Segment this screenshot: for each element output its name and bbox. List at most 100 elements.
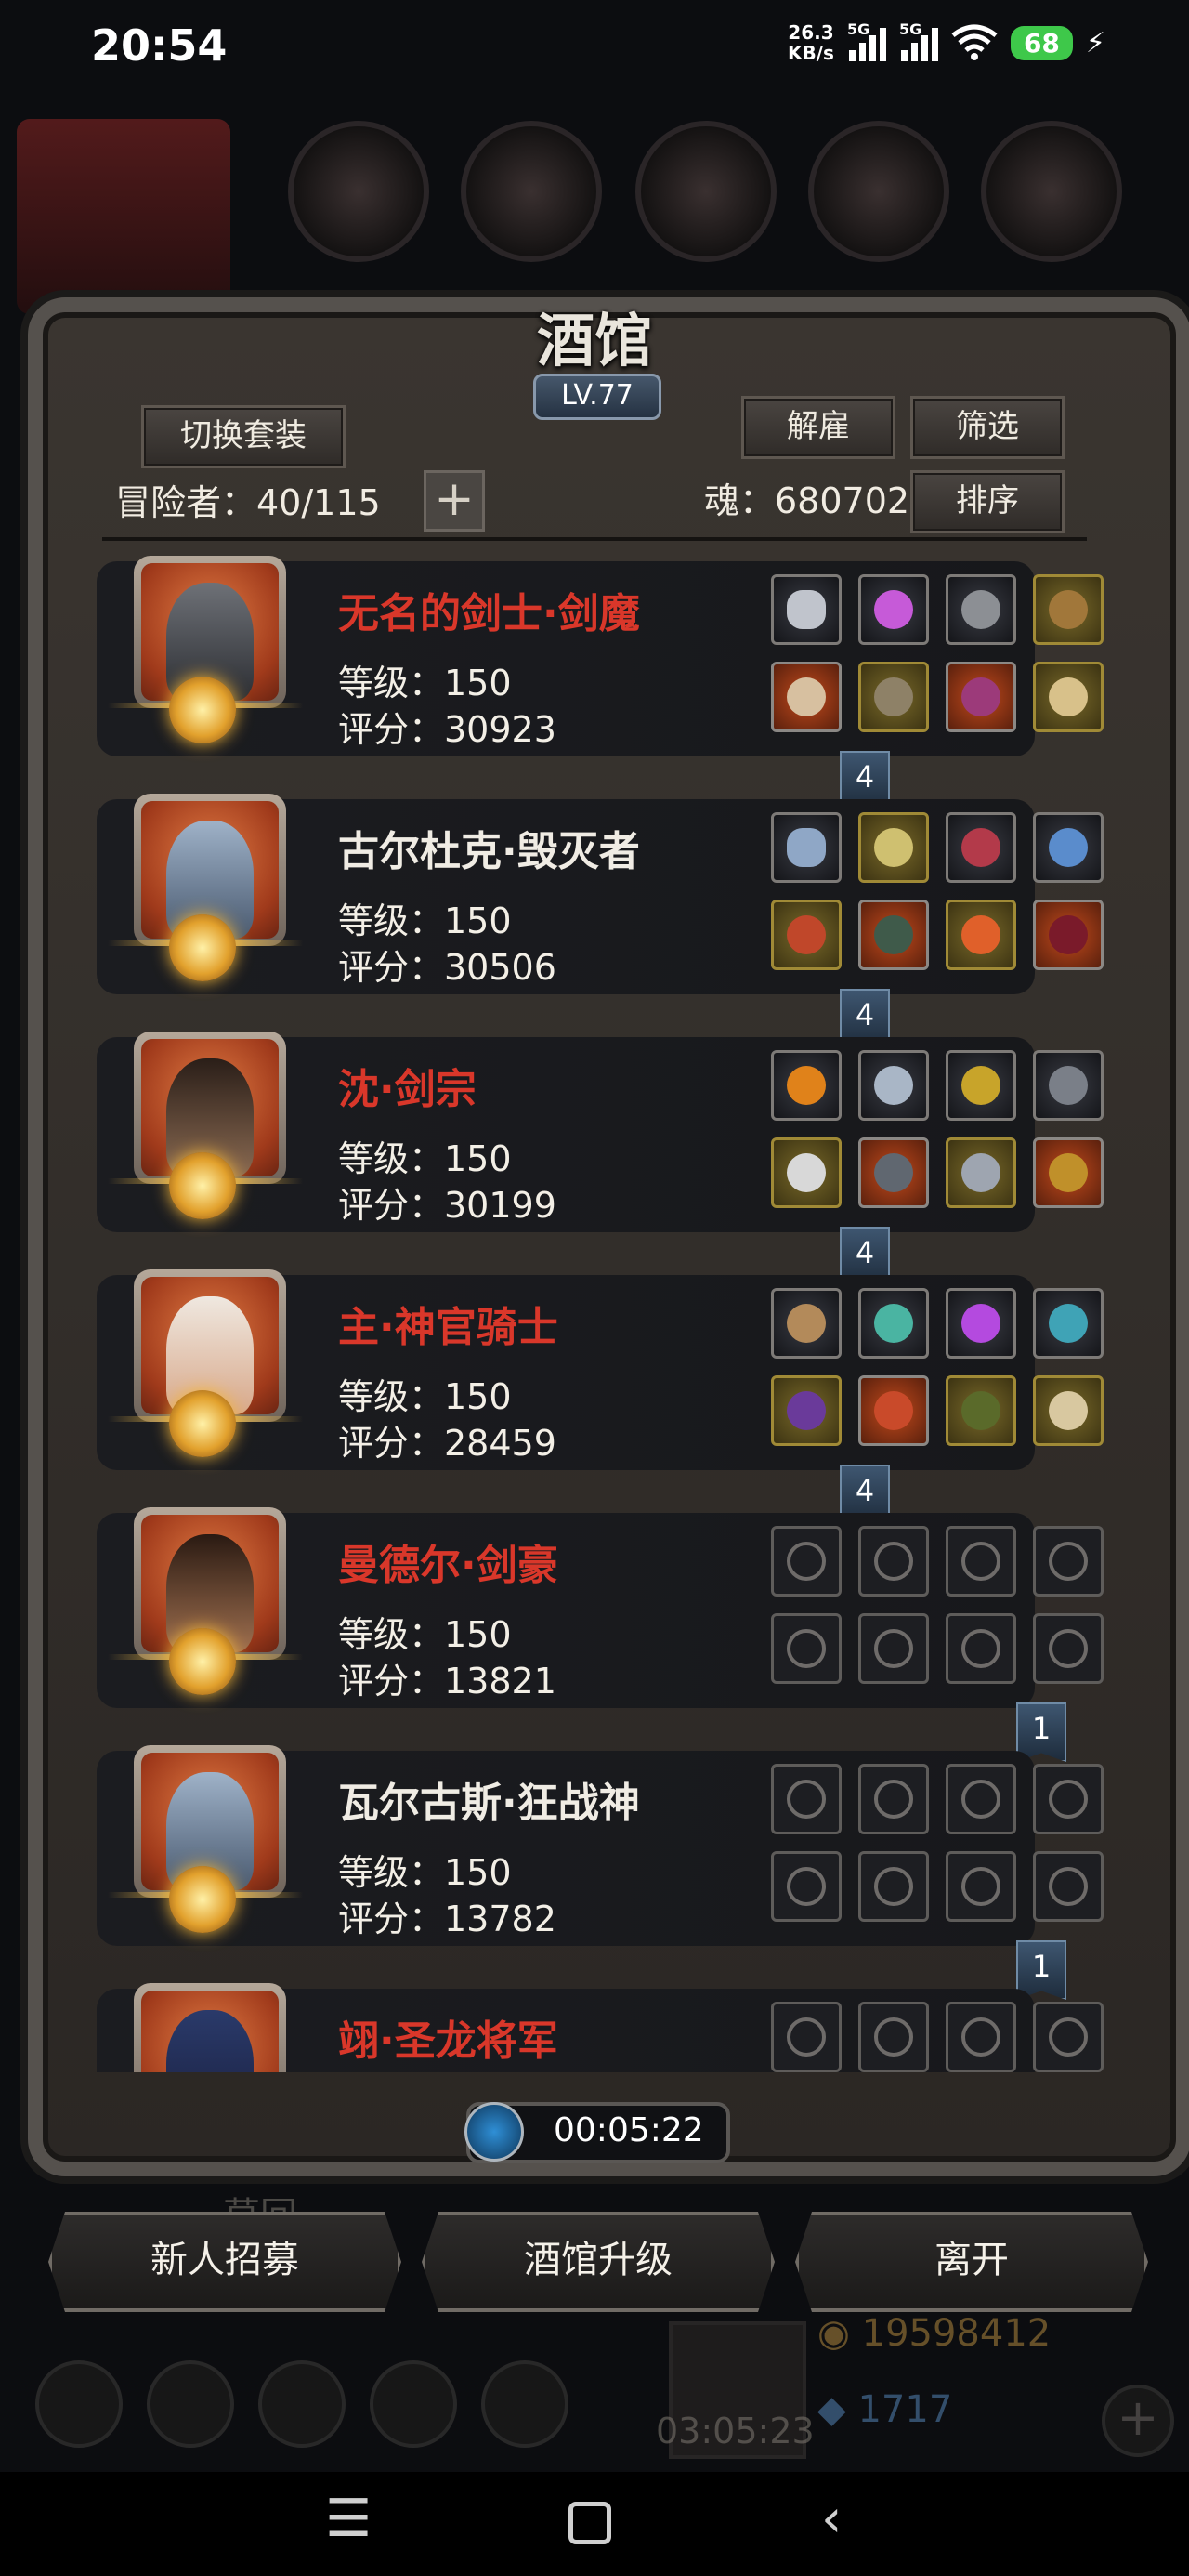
hero-card[interactable]: 无名的剑士·剑魔 等级：150 评分：30923 — [97, 556, 1104, 756]
crown-icon[interactable] — [1033, 1137, 1104, 1208]
rune-slot-icon[interactable] — [946, 1526, 1016, 1597]
rune-slot-icon[interactable] — [1033, 2002, 1104, 2072]
gauntlet-icon[interactable] — [946, 1137, 1016, 1208]
hero-name: 瓦尔古斯·狂战神 — [338, 1780, 640, 1827]
wood-icon — [461, 121, 602, 262]
gloves-icon[interactable] — [946, 662, 1016, 732]
gear-icon — [35, 2360, 123, 2448]
blade-icon[interactable] — [771, 1137, 842, 1208]
hero-card[interactable]: 古尔杜克·毁灭者 等级：150 评分：30506 — [97, 794, 1104, 994]
switch-set-button[interactable]: 切换套装 — [141, 405, 346, 468]
lantern-icon[interactable] — [946, 1050, 1016, 1121]
armor-icon[interactable] — [858, 1137, 929, 1208]
signal-icon-2: 5G — [899, 20, 938, 61]
hero-name: 古尔杜克·毁灭者 — [338, 828, 640, 875]
mask-icon[interactable] — [946, 574, 1016, 645]
ring-slot-icon[interactable] — [946, 1613, 1016, 1684]
ring-slot-icon[interactable] — [946, 1851, 1016, 1922]
gem-icon[interactable] — [946, 1288, 1016, 1359]
plus-icon[interactable]: + — [424, 470, 485, 532]
spear-icon[interactable] — [1033, 574, 1104, 645]
hero-list[interactable]: 无名的剑士·剑魔 等级：150 评分：30923 4 古尔杜克·毁灭者 等级：1… — [54, 548, 1131, 2072]
necklace-icon[interactable] — [771, 812, 842, 883]
armor-icon[interactable] — [858, 1375, 929, 1446]
armor-icon[interactable] — [858, 662, 929, 732]
leave-button[interactable]: 离开 — [795, 2212, 1148, 2312]
potion-icon[interactable] — [946, 812, 1016, 883]
hero-card[interactable]: 沈·剑宗 等级：150 评分：30199 — [97, 1032, 1104, 1232]
hero-level: 等级：150 — [338, 1852, 512, 1893]
rune-slot-icon[interactable] — [1033, 1764, 1104, 1834]
iron-icon — [635, 121, 777, 262]
helm-icon[interactable] — [1033, 900, 1104, 970]
crest-icon — [147, 2360, 234, 2448]
soul-count: 魂：680702 — [704, 480, 910, 521]
weapon-slot-icon[interactable] — [771, 1613, 842, 1684]
ring-slot-icon[interactable] — [1033, 1851, 1104, 1922]
potion-icon[interactable] — [946, 1375, 1016, 1446]
equipment-slots — [771, 1764, 1105, 1927]
panel-title: 酒馆 — [536, 307, 652, 375]
rank-badge-icon — [169, 1628, 236, 1695]
stone-icon[interactable] — [1033, 1288, 1104, 1359]
flame-slot-icon[interactable] — [858, 2002, 929, 2072]
recruit-button[interactable]: 新人招募 — [48, 2212, 401, 2312]
scroll-icon[interactable] — [1033, 662, 1104, 732]
hero-name: 曼德尔·剑豪 — [338, 1542, 558, 1589]
hero-name: 沈·剑宗 — [338, 1066, 477, 1113]
background-dock — [35, 2360, 593, 2472]
feather-icon[interactable] — [1033, 1050, 1104, 1121]
back-icon[interactable]: ‹ — [821, 2489, 842, 2549]
armor-slot-icon[interactable] — [858, 1613, 929, 1684]
hero-card[interactable]: 瓦尔古斯·狂战神 等级：150 评分：13782 — [97, 1745, 1104, 1946]
flame-slot-icon[interactable] — [858, 1764, 929, 1834]
rank-badge-icon — [169, 677, 236, 743]
flame-slot-icon[interactable] — [858, 1526, 929, 1597]
signal-icon: 5G — [847, 20, 886, 61]
rank-badge-icon — [169, 914, 236, 981]
hero-level: 等级：150 — [338, 663, 512, 703]
axe-icon[interactable] — [771, 900, 842, 970]
equipment-slots — [771, 1050, 1105, 1214]
crystal-icon[interactable] — [858, 1050, 929, 1121]
hero-card[interactable]: 曼德尔·剑豪 等级：150 评分：13821 — [97, 1507, 1104, 1708]
dismiss-button[interactable]: 解雇 — [741, 396, 895, 459]
home-icon[interactable] — [568, 2502, 611, 2544]
rune-slot-icon[interactable] — [1033, 1526, 1104, 1597]
hero-name: 翊·圣龙将军 — [338, 2017, 558, 2065]
filter-button[interactable]: 筛选 — [910, 396, 1065, 459]
pendant-icon[interactable] — [1033, 812, 1104, 883]
staff-icon[interactable] — [771, 1375, 842, 1446]
hero-level: 等级：150 — [338, 1376, 512, 1417]
rank-badge-icon — [169, 1152, 236, 1219]
armor-icon[interactable] — [858, 900, 929, 970]
armor-slot-icon[interactable] — [858, 1851, 929, 1922]
hero-card[interactable]: 翊·圣龙将军 — [97, 1983, 1104, 2072]
shield-icon[interactable] — [1033, 1375, 1104, 1446]
menu-icon[interactable]: ☰ — [325, 2489, 372, 2549]
gem-icon[interactable] — [858, 574, 929, 645]
necklace-slot-icon[interactable] — [771, 1526, 842, 1597]
leather-icon — [288, 121, 429, 262]
sort-button[interactable]: 排序 — [910, 470, 1065, 533]
ring-slot-icon[interactable] — [1033, 1613, 1104, 1684]
equipment-slots — [771, 812, 1105, 976]
sword-icon[interactable] — [771, 662, 842, 732]
crown-icon[interactable] — [771, 1050, 842, 1121]
necklace-slot-icon[interactable] — [771, 1764, 842, 1834]
necklace-icon[interactable] — [771, 574, 842, 645]
ring-icon[interactable] — [946, 900, 1016, 970]
belt-icon[interactable] — [771, 1288, 842, 1359]
rune-slot-icon[interactable] — [946, 1764, 1016, 1834]
orb-icon[interactable] — [858, 1288, 929, 1359]
axe-slot-icon[interactable] — [771, 1851, 842, 1922]
background-top-icons — [19, 121, 1170, 288]
amulet-icon[interactable] — [858, 812, 929, 883]
gift-timer: 03:05:23 — [656, 2411, 815, 2451]
hero-card[interactable]: 主·神官骑士 等级：150 评分：28459 — [97, 1269, 1104, 1470]
hero-score: 评分：30506 — [338, 947, 556, 988]
upgrade-tavern-button[interactable]: 酒馆升级 — [422, 2212, 775, 2312]
rune-slot-icon[interactable] — [946, 2002, 1016, 2072]
necklace-slot-icon[interactable] — [771, 2002, 842, 2072]
adventurer-count: 冒险者：40/115 — [115, 482, 381, 523]
